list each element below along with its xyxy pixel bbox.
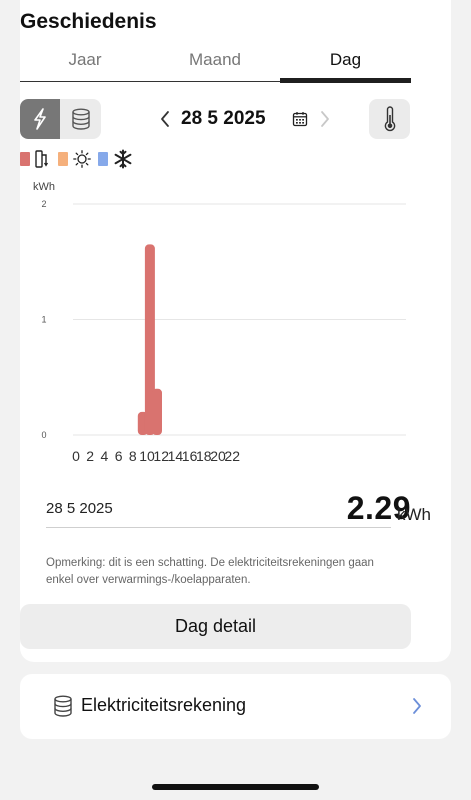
next-day-button <box>316 107 334 131</box>
sun-icon <box>73 150 91 168</box>
x-tick-label: 8 <box>129 448 137 464</box>
electricity-bill-label: Elektriciteitsrekening <box>81 695 247 715</box>
chevron-right-icon <box>413 698 421 714</box>
view-mode-toggle <box>20 99 101 139</box>
calendar-icon[interactable] <box>292 111 308 127</box>
x-tick-label: 2 <box>86 448 94 464</box>
legend-swatch-heating <box>20 152 30 166</box>
chart-legend <box>20 149 140 169</box>
estimate-note: Opmerking: dit is een schatting. De elek… <box>46 557 374 586</box>
page-title: Geschiedenis <box>20 10 157 33</box>
day-detail-button[interactable]: Dag detail <box>20 604 411 649</box>
x-tick-label: 6 <box>115 448 123 464</box>
tab-month[interactable]: Maand <box>150 44 280 80</box>
previous-day-button[interactable] <box>156 107 174 131</box>
legend-swatch-cooling <box>98 152 108 166</box>
thermometer-icon <box>384 106 395 132</box>
snowflake-icon <box>114 149 132 169</box>
summary-unit: kWh <box>397 505 431 524</box>
y-tick-label: 0 <box>41 430 46 440</box>
electricity-bill-row[interactable]: Elektriciteitsrekening <box>20 674 451 739</box>
energy-mode-button[interactable] <box>20 99 60 139</box>
tab-active-indicator <box>280 78 411 83</box>
y-tick-label: 1 <box>41 315 46 325</box>
summary-date: 28 5 2025 <box>46 500 113 517</box>
heater-icon <box>35 150 49 168</box>
tab-day[interactable]: Dag <box>280 44 411 80</box>
tab-year[interactable]: Jaar <box>20 44 150 80</box>
selected-date[interactable]: 28 5 2025 <box>181 107 266 131</box>
home-indicator <box>152 784 319 790</box>
chevron-right-icon <box>321 111 329 127</box>
x-tick-label: 4 <box>101 448 109 464</box>
consumption-chart: kWh2100 2 4 6 8 10121416182022 <box>33 181 406 464</box>
legend-swatch-sun <box>58 152 68 166</box>
chart-bar <box>152 388 162 435</box>
x-tick-label: 0 <box>72 448 80 464</box>
x-tick-label: 22 <box>224 448 240 464</box>
chevron-left-icon <box>161 111 169 127</box>
period-tabs: Jaar Maand Dag <box>20 44 411 84</box>
cost-mode-button[interactable] <box>61 99 101 139</box>
date-navigator: 28 5 2025 <box>150 104 340 134</box>
summary-divider <box>46 527 391 528</box>
database-icon <box>72 108 90 130</box>
y-tick-label: 2 <box>41 199 46 209</box>
y-axis-label: kWh <box>33 181 55 193</box>
temperature-button[interactable] <box>369 99 410 139</box>
database-icon <box>54 695 72 717</box>
lightning-icon <box>34 108 46 130</box>
